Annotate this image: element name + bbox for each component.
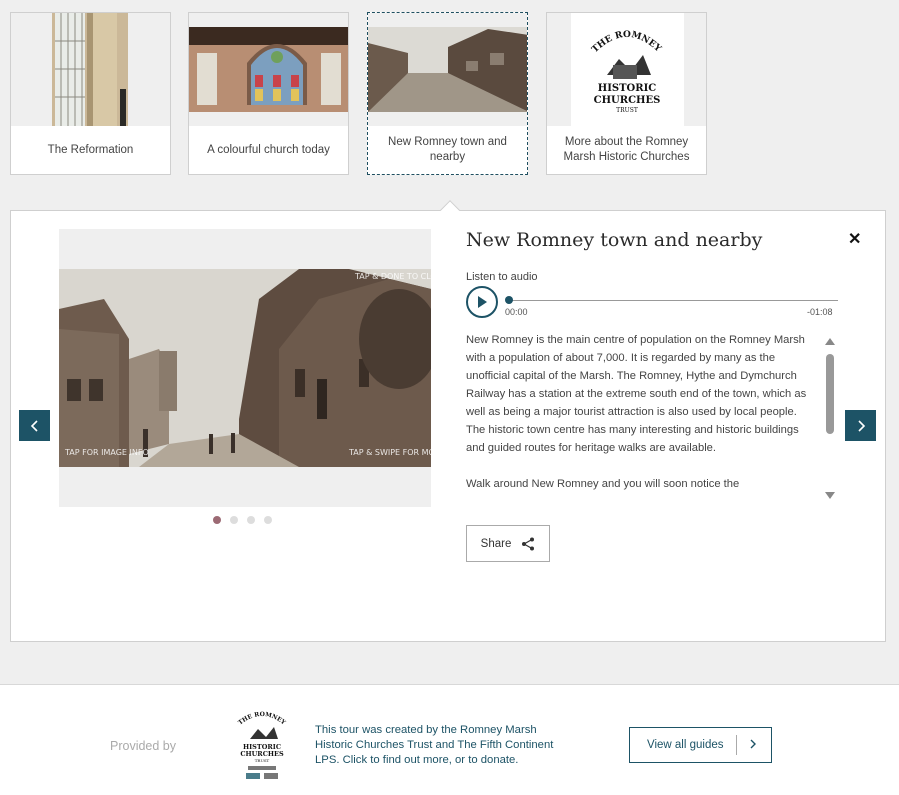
- image-pagination: [213, 516, 272, 524]
- thumbnail-more-about[interactable]: THE ROMNEY MARSH HISTORIC CHURCHES TRUST…: [546, 12, 707, 175]
- chevron-right-icon: [737, 739, 757, 752]
- description-paragraph: Walk around New Romney and you will soon…: [466, 478, 740, 490]
- trust-logo: THE ROMNEY MARSH HISTORIC CHURCHES TRUST: [231, 706, 290, 781]
- share-button[interactable]: Share: [466, 525, 550, 562]
- audio-remaining-time: -01:08: [807, 307, 833, 317]
- description-text: New Romney is the main centre of populat…: [466, 331, 811, 507]
- pagination-dot[interactable]: [247, 516, 255, 524]
- svg-text:TRUST: TRUST: [616, 107, 638, 114]
- panel-pointer: [440, 200, 460, 220]
- photo-gallery[interactable]: TAP & DONE TO CLOSE PHOTOS TAP FOR IMAGE…: [59, 229, 431, 507]
- listen-label: Listen to audio: [466, 271, 538, 283]
- trust-logo-thumbnail: THE ROMNEY MARSH HISTORIC CHURCHES TRUST: [547, 13, 706, 126]
- chevron-left-icon: [30, 419, 38, 432]
- thumbnail-colourful-church[interactable]: A colourful church today: [188, 12, 349, 175]
- thumbnail-caption: New Romney town and nearby: [388, 136, 507, 163]
- footer: Provided by THE ROMNEY MARSH HISTORIC CH…: [0, 684, 899, 795]
- scroll-down-arrow-icon[interactable]: [825, 492, 835, 499]
- svg-text:TAP FOR IMAGE INFO: TAP FOR IMAGE INFO: [64, 448, 149, 457]
- chevron-right-icon: [857, 419, 865, 432]
- svg-text:HISTORIC: HISTORIC: [598, 83, 656, 94]
- view-all-guides-button[interactable]: View all guides: [629, 727, 772, 763]
- pagination-dot[interactable]: [230, 516, 238, 524]
- thumbnail-caption: The Reformation: [47, 143, 134, 156]
- thumbnail-caption: A colourful church today: [207, 143, 330, 156]
- svg-text:TAP & SWIPE FOR MORE IMAGES: TAP & SWIPE FOR MORE IMAGES: [348, 448, 431, 457]
- detail-panel: TAP & DONE TO CLOSE PHOTOS TAP FOR IMAGE…: [10, 200, 886, 642]
- scroll-up-arrow-icon[interactable]: [825, 338, 835, 345]
- thumbnail-caption: More about the Romney Marsh Historic Chu…: [563, 136, 690, 163]
- close-icon[interactable]: ✕: [848, 229, 861, 249]
- svg-text:CHURCHES: CHURCHES: [594, 95, 661, 106]
- svg-text:THE ROMNEY MARSH: THE ROMNEY MARSH: [234, 711, 287, 727]
- play-icon: [478, 296, 487, 308]
- next-button[interactable]: [845, 410, 876, 441]
- stained-glass-image: [189, 13, 348, 126]
- thumbnail-new-romney[interactable]: New Romney town and nearby: [367, 12, 528, 175]
- svg-text:TAP & DONE TO CLOSE PHOTOS: TAP & DONE TO CLOSE PHOTOS: [354, 272, 431, 281]
- pagination-dot[interactable]: [213, 516, 221, 524]
- svg-text:CHURCHES: CHURCHES: [240, 750, 284, 758]
- audio-progress-track[interactable]: [508, 300, 838, 301]
- view-all-label: View all guides: [647, 739, 724, 751]
- audio-progress-handle[interactable]: [505, 296, 513, 304]
- svg-text:TRUST: TRUST: [255, 758, 270, 763]
- pagination-dot[interactable]: [264, 516, 272, 524]
- credit-link[interactable]: This tour was created by the Romney Mars…: [315, 723, 575, 768]
- previous-button[interactable]: [19, 410, 50, 441]
- reformation-window-image: [11, 13, 170, 126]
- audio-current-time: 00:00: [505, 307, 528, 317]
- detail-title: New Romney town and nearby: [466, 229, 763, 251]
- new-romney-street-image: [368, 13, 527, 126]
- provided-by-label: Provided by: [110, 739, 177, 753]
- scrollbar-thumb[interactable]: [826, 354, 834, 434]
- description-paragraph: New Romney is the main centre of populat…: [466, 334, 807, 454]
- thumbnail-the-reformation[interactable]: The Reformation: [10, 12, 171, 175]
- share-icon: [522, 537, 535, 550]
- share-label: Share: [480, 537, 512, 550]
- play-button[interactable]: [466, 286, 498, 318]
